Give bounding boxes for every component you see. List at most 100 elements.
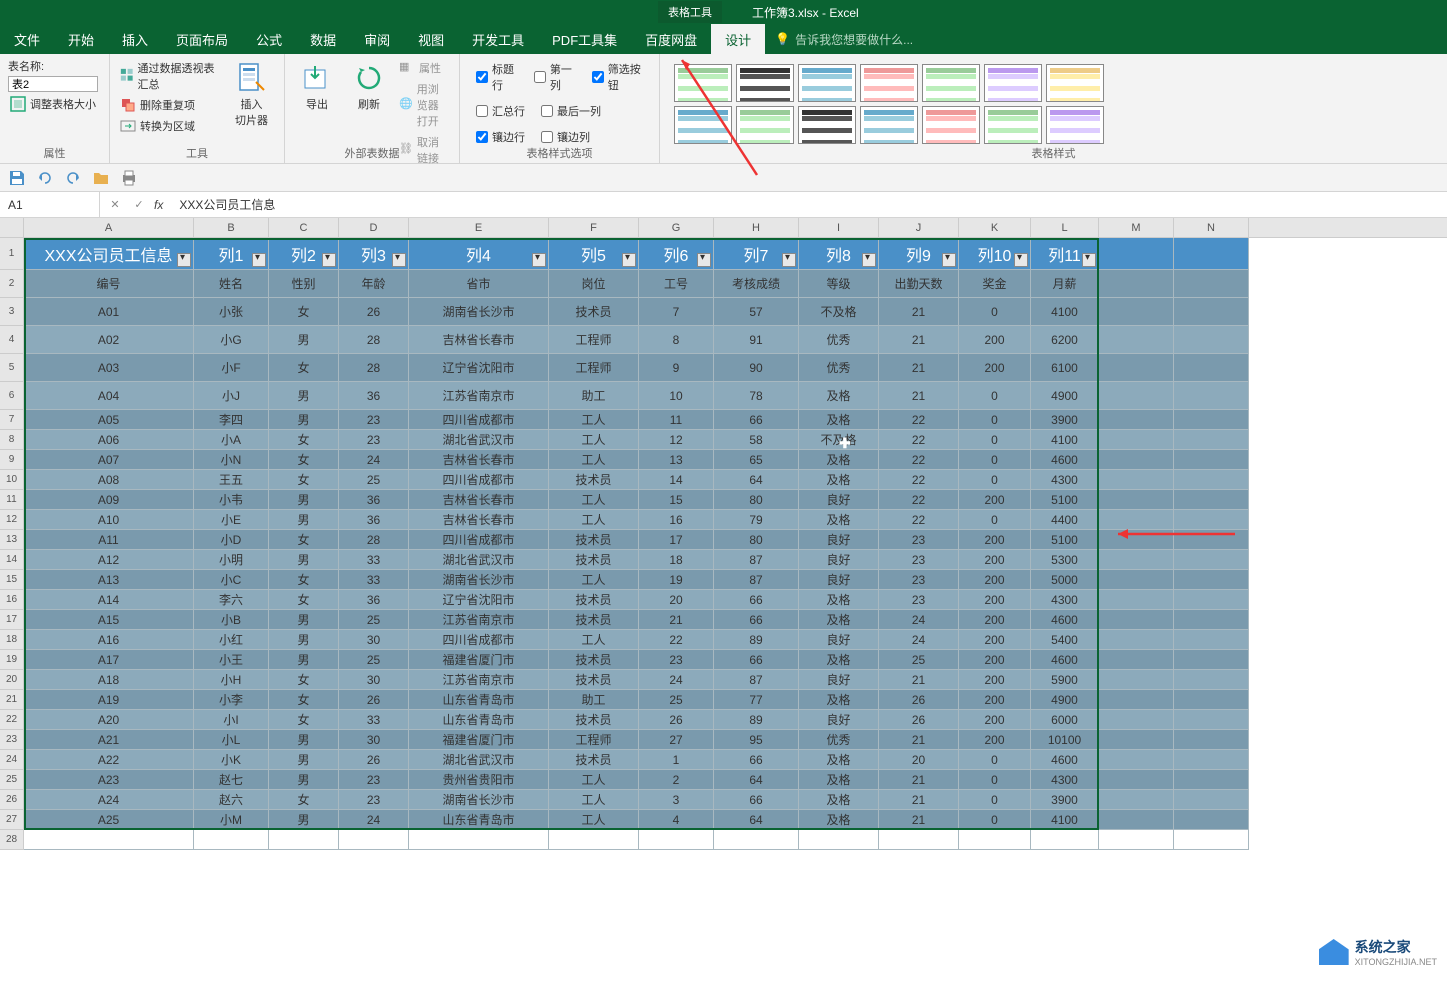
cell[interactable] — [1174, 650, 1249, 670]
cell[interactable]: 22 — [879, 490, 959, 510]
cell[interactable]: 80 — [714, 490, 799, 510]
row-header[interactable]: 13 — [0, 530, 24, 550]
cell[interactable]: 女 — [269, 710, 339, 730]
cell[interactable]: 24 — [879, 630, 959, 650]
cell[interactable]: A23 — [24, 770, 194, 790]
cell[interactable] — [549, 830, 639, 850]
dedup-button[interactable]: 删除重复项 — [118, 95, 223, 115]
cell[interactable]: A19 — [24, 690, 194, 710]
cell[interactable]: 及格 — [799, 410, 879, 430]
cell[interactable] — [1099, 550, 1174, 570]
cell[interactable] — [409, 830, 549, 850]
cell[interactable]: 23 — [339, 790, 409, 810]
cell[interactable]: 90 — [714, 354, 799, 382]
header-row-check[interactable]: 标题行 — [476, 61, 518, 93]
cell[interactable]: 工程师 — [549, 326, 639, 354]
cell[interactable]: 200 — [959, 630, 1031, 650]
row-header[interactable]: 18 — [0, 630, 24, 650]
cell[interactable]: 27 — [639, 730, 714, 750]
menu-tab-数据[interactable]: 数据 — [296, 24, 350, 54]
cell[interactable] — [1174, 410, 1249, 430]
cell[interactable]: 26 — [339, 298, 409, 326]
cell[interactable]: 小C — [194, 570, 269, 590]
cell[interactable] — [799, 830, 879, 850]
style-thumb[interactable] — [674, 64, 732, 102]
filter-dropdown-icon[interactable] — [622, 253, 636, 267]
formula-input[interactable]: XXX公司员工信息 — [179, 196, 275, 213]
cell[interactable]: 15 — [639, 490, 714, 510]
export-button[interactable]: 导出 — [293, 58, 341, 116]
cell[interactable]: 列8 — [799, 238, 879, 270]
cell[interactable]: 66 — [714, 610, 799, 630]
cell[interactable]: 200 — [959, 326, 1031, 354]
cell[interactable] — [1174, 770, 1249, 790]
cell[interactable]: 20 — [639, 590, 714, 610]
menu-tab-百度网盘[interactable]: 百度网盘 — [631, 24, 711, 54]
cell[interactable]: 列11 — [1031, 238, 1099, 270]
cell[interactable] — [339, 830, 409, 850]
first-col-check[interactable]: 第一列 — [534, 61, 576, 93]
cell[interactable]: 21 — [879, 298, 959, 326]
cell[interactable]: 及格 — [799, 770, 879, 790]
menu-tab-开发工具[interactable]: 开发工具 — [458, 24, 538, 54]
cell[interactable]: 22 — [879, 410, 959, 430]
cell[interactable] — [1174, 670, 1249, 690]
cell[interactable] — [1174, 830, 1249, 850]
row-header[interactable]: 7 — [0, 410, 24, 430]
cell[interactable]: 21 — [879, 326, 959, 354]
cancel-button[interactable]: ✕ — [106, 198, 124, 211]
filter-dropdown-icon[interactable] — [322, 253, 336, 267]
last-col-check[interactable]: 最后一列 — [541, 103, 601, 119]
cell[interactable]: 58 — [714, 430, 799, 450]
cell[interactable]: 200 — [959, 610, 1031, 630]
cell[interactable]: 技术员 — [549, 530, 639, 550]
cell[interactable]: 87 — [714, 570, 799, 590]
cell[interactable]: 36 — [339, 590, 409, 610]
cell[interactable]: 91 — [714, 326, 799, 354]
cell[interactable]: 4100 — [1031, 298, 1099, 326]
cell[interactable]: 5400 — [1031, 630, 1099, 650]
table-name-input[interactable] — [8, 76, 98, 92]
cell[interactable]: 4100 — [1031, 810, 1099, 830]
cell[interactable]: 30 — [339, 670, 409, 690]
cell[interactable]: 及格 — [799, 790, 879, 810]
cell[interactable]: A12 — [24, 550, 194, 570]
filter-dropdown-icon[interactable] — [392, 253, 406, 267]
row-header[interactable]: 9 — [0, 450, 24, 470]
cell[interactable]: 0 — [959, 298, 1031, 326]
cell[interactable]: 4100 — [1031, 430, 1099, 450]
cell[interactable]: 小B — [194, 610, 269, 630]
cell[interactable]: 25 — [339, 470, 409, 490]
cell[interactable]: 工人 — [549, 410, 639, 430]
col-header[interactable]: G — [639, 218, 714, 237]
cell[interactable]: 女 — [269, 570, 339, 590]
cell[interactable]: 25 — [639, 690, 714, 710]
print-button[interactable] — [120, 169, 138, 187]
cell[interactable]: 13 — [639, 450, 714, 470]
cell[interactable]: 湖北省武汉市 — [409, 550, 549, 570]
cell[interactable]: 28 — [339, 530, 409, 550]
cell[interactable]: 列5 — [549, 238, 639, 270]
cell[interactable]: 良好 — [799, 530, 879, 550]
cell[interactable] — [1099, 570, 1174, 590]
cell[interactable]: 湖南省长沙市 — [409, 298, 549, 326]
cell[interactable] — [959, 830, 1031, 850]
cell[interactable]: 0 — [959, 770, 1031, 790]
cell[interactable] — [1174, 430, 1249, 450]
cell[interactable]: 男 — [269, 610, 339, 630]
cell[interactable]: 80 — [714, 530, 799, 550]
cell[interactable] — [1174, 238, 1249, 270]
cell[interactable]: 李四 — [194, 410, 269, 430]
cell[interactable] — [714, 830, 799, 850]
cell[interactable]: 山东省青岛市 — [409, 690, 549, 710]
cell[interactable]: 及格 — [799, 810, 879, 830]
cell[interactable]: 6100 — [1031, 354, 1099, 382]
cell[interactable]: 女 — [269, 790, 339, 810]
cell[interactable]: 64 — [714, 470, 799, 490]
cell[interactable]: 0 — [959, 790, 1031, 810]
refresh-button[interactable]: 刷新 — [345, 58, 393, 116]
cell[interactable]: 技术员 — [549, 710, 639, 730]
style-thumb[interactable] — [984, 64, 1042, 102]
cell[interactable]: 姓名 — [194, 270, 269, 298]
cell[interactable]: 14 — [639, 470, 714, 490]
